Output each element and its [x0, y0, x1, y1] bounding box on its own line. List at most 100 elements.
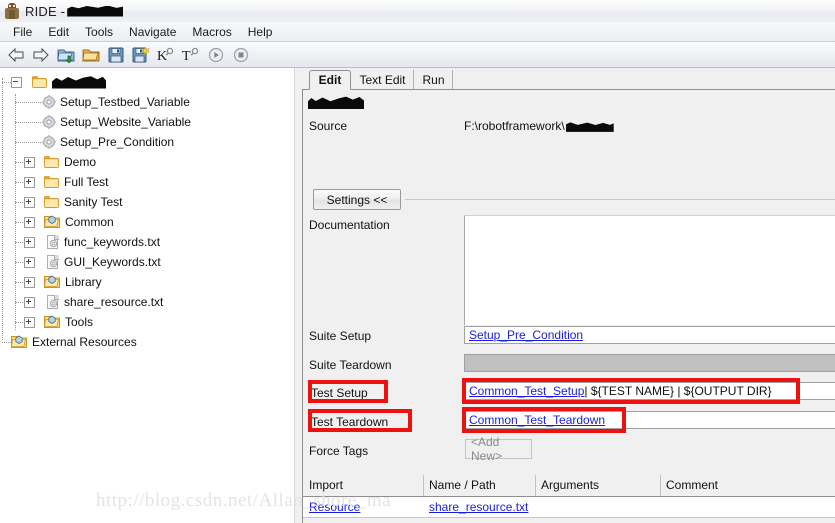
- tree-item-label: Sanity Test: [64, 195, 123, 209]
- editor-tab-strip: Edit Text Edit Run: [302, 68, 835, 90]
- suite-setup-label: Suite Setup: [309, 329, 372, 343]
- folder-icon: [44, 175, 60, 189]
- title-bar: RIDE -: [0, 0, 835, 23]
- stop-icon[interactable]: [229, 44, 253, 66]
- source-path-text: F:\robotframework\: [464, 119, 565, 133]
- ride-application-window: RIDE - File Edit Tools Navigate Macros H…: [0, 0, 835, 523]
- tree-item-tools[interactable]: Tools: [0, 312, 294, 332]
- documentation-field[interactable]: [464, 215, 835, 325]
- settings-collapse-button[interactable]: Settings <<: [313, 189, 401, 210]
- tree-item-label: Tools: [65, 315, 94, 329]
- forward-arrow-icon[interactable]: [29, 44, 53, 66]
- tree-item-label: Setup_Pre_Condition: [60, 135, 175, 149]
- tree-item-sanity-test[interactable]: Sanity Test: [0, 192, 294, 212]
- back-arrow-icon[interactable]: [4, 44, 28, 66]
- tree-item-share-resource-txt[interactable]: share_resource.txt: [0, 292, 294, 312]
- tree-item-label: Common: [65, 215, 114, 229]
- redacted-source-suffix: [565, 122, 614, 132]
- tree-item-label: Library: [65, 275, 102, 289]
- tab-text-edit[interactable]: Text Edit: [352, 70, 414, 90]
- document-icon: [47, 254, 60, 270]
- tree-item-func-keywords-txt[interactable]: func_keywords.txt: [0, 232, 294, 252]
- expand-toggle[interactable]: [24, 176, 35, 188]
- tree-item-label: Full Test: [64, 175, 109, 189]
- suite-tree-pane[interactable]: Setup_Testbed_Variable Setup_Website_Var…: [0, 68, 294, 523]
- expand-toggle[interactable]: [24, 276, 35, 288]
- tree-item-gui-keywords-txt[interactable]: GUI_Keywords.txt: [0, 252, 294, 272]
- suite-teardown-field[interactable]: [464, 354, 835, 372]
- test-setup-keyword[interactable]: Common_Test_Setup: [469, 384, 584, 398]
- robot-icon: [4, 3, 20, 19]
- folder-icon: [44, 155, 60, 169]
- tree-item-common[interactable]: Common: [0, 212, 294, 232]
- editor-pane: Edit Text Edit Run Source F:\robotframew…: [302, 68, 835, 523]
- expand-toggle[interactable]: [24, 216, 35, 228]
- watermark-text: http://blog.csdn.net/Allan_shore_ma: [96, 490, 392, 511]
- suite-settings-form: Source F:\robotframework\ Settings << Do…: [302, 89, 835, 523]
- open-folder-icon[interactable]: [79, 44, 103, 66]
- save-all-icon[interactable]: [129, 44, 153, 66]
- tree-item-setup-testbed-variable[interactable]: Setup_Testbed_Variable: [0, 92, 294, 112]
- tree-item-label: GUI_Keywords.txt: [64, 255, 161, 269]
- gear-icon: [42, 115, 56, 129]
- column-header-arguments[interactable]: Arguments: [541, 478, 599, 492]
- tab-edit[interactable]: Edit: [309, 70, 351, 90]
- test-teardown-field[interactable]: Common_Test_Teardown: [464, 411, 835, 429]
- source-value: F:\robotframework\: [464, 119, 614, 133]
- window-title-text: RIDE -: [25, 3, 66, 19]
- document-icon: [47, 294, 60, 310]
- menu-item-edit[interactable]: Edit: [40, 23, 77, 41]
- tree-item-label: share_resource.txt: [64, 295, 164, 309]
- redacted-suite-name: [67, 5, 124, 17]
- expand-toggle[interactable]: [24, 236, 35, 248]
- test-setup-field[interactable]: Common_Test_Setup | ${TEST NAME} | ${OUT…: [464, 382, 835, 400]
- tree-root-node[interactable]: [0, 72, 294, 92]
- expand-toggle[interactable]: [24, 296, 35, 308]
- suite-setup-value[interactable]: Setup_Pre_Condition: [469, 328, 583, 342]
- test-teardown-keyword[interactable]: Common_Test_Teardown: [469, 413, 605, 427]
- window-title: RIDE -: [25, 3, 124, 19]
- search-test-icon[interactable]: T: [179, 44, 203, 66]
- gear-icon: [42, 135, 56, 149]
- resource-folder-icon: [44, 315, 61, 329]
- root-collapse-toggle[interactable]: [11, 76, 22, 88]
- redacted-root-label: [52, 76, 106, 89]
- menu-bar: File Edit Tools Navigate Macros Help: [0, 22, 835, 42]
- tree-item-external-resources[interactable]: External Resources: [0, 332, 294, 352]
- expand-toggle[interactable]: [24, 316, 35, 328]
- menu-item-tools[interactable]: Tools: [77, 23, 121, 41]
- tab-run[interactable]: Run: [415, 70, 453, 90]
- expand-toggle[interactable]: [24, 196, 35, 208]
- svg-text:K: K: [157, 49, 167, 63]
- resource-folder-icon: [44, 275, 61, 289]
- tree-item-setup-pre-condition[interactable]: Setup_Pre_Condition: [0, 132, 294, 152]
- redacted-suite-heading: [308, 96, 364, 109]
- source-label: Source: [309, 119, 348, 133]
- test-teardown-label: Test Teardown: [311, 415, 389, 429]
- test-setup-arguments: | ${TEST NAME} | ${OUTPUT DIR}: [584, 384, 772, 398]
- force-tags-label: Force Tags: [309, 444, 369, 458]
- expand-toggle[interactable]: [24, 256, 35, 268]
- tree-item-setup-website-variable[interactable]: Setup_Website_Variable: [0, 112, 294, 132]
- suite-tree: Setup_Testbed_Variable Setup_Website_Var…: [0, 68, 294, 352]
- resource-folder-icon: [11, 335, 28, 349]
- menu-item-navigate[interactable]: Navigate: [121, 23, 184, 41]
- folder-icon: [44, 195, 60, 209]
- menu-item-macros[interactable]: Macros: [184, 23, 239, 41]
- save-icon[interactable]: [104, 44, 128, 66]
- menu-item-help[interactable]: Help: [240, 23, 281, 41]
- tree-item-demo[interactable]: Demo: [0, 152, 294, 172]
- menu-item-file[interactable]: File: [5, 23, 40, 41]
- expand-toggle[interactable]: [24, 156, 35, 168]
- documentation-label: Documentation: [309, 218, 390, 232]
- force-tags-add-new-button[interactable]: <Add New>: [465, 435, 532, 463]
- tree-item-library[interactable]: Library: [0, 272, 294, 292]
- test-setup-label: Test Setup: [311, 386, 368, 400]
- run-icon[interactable]: [204, 44, 228, 66]
- column-header-comment[interactable]: Comment: [666, 478, 718, 492]
- search-keyword-icon[interactable]: K: [154, 44, 178, 66]
- tree-item-label: Setup_Testbed_Variable: [60, 95, 190, 109]
- open-directory-icon[interactable]: [54, 44, 78, 66]
- suite-setup-field[interactable]: Setup_Pre_Condition: [464, 326, 835, 344]
- tree-item-full-test[interactable]: Full Test: [0, 172, 294, 192]
